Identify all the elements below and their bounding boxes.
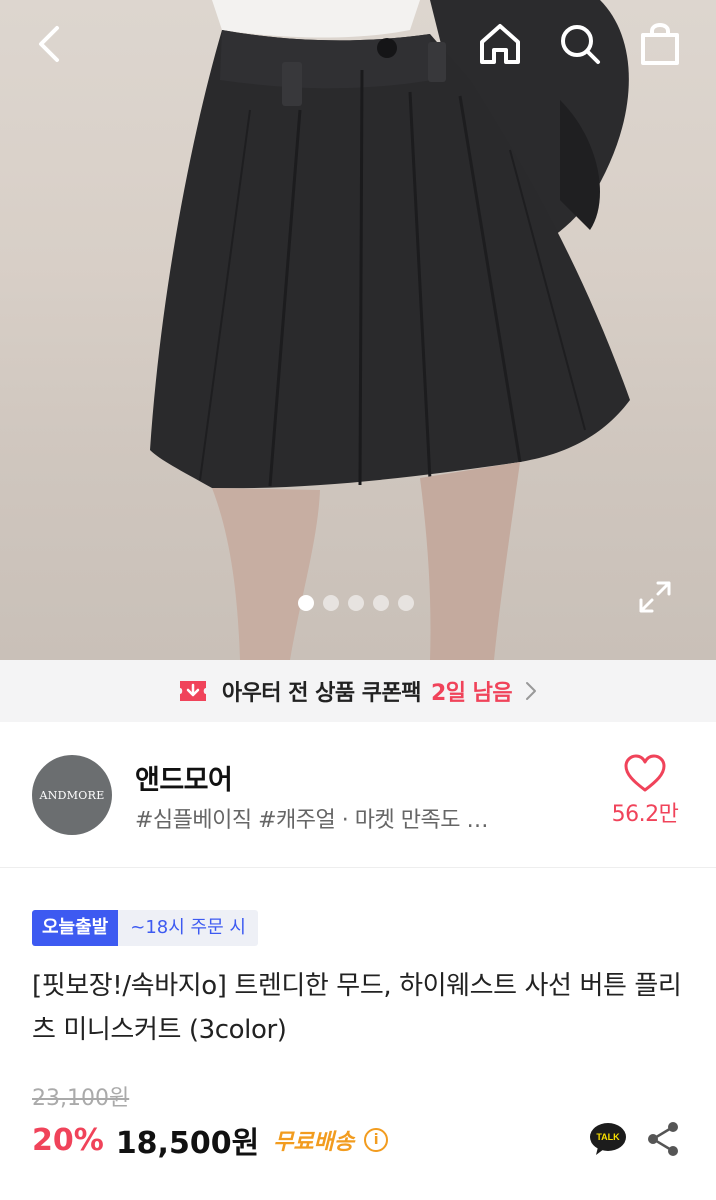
search-button[interactable] (556, 20, 604, 68)
home-button[interactable] (476, 20, 524, 68)
cart-button[interactable] (636, 20, 684, 68)
pagination-dot[interactable] (398, 595, 414, 611)
home-icon (480, 24, 520, 64)
pagination-dot[interactable] (298, 595, 314, 611)
shopping-bag-icon (641, 23, 679, 65)
pagination-dot[interactable] (323, 595, 339, 611)
product-image-gallery[interactable] (0, 0, 716, 660)
delivery-badge: 오늘출발 ~18시 주문 시 (32, 910, 258, 946)
expand-image-button[interactable] (632, 574, 678, 620)
chevron-right-icon (526, 682, 537, 700)
coupon-remaining-days: 2일 남음 (430, 681, 513, 706)
kakao-talk-button[interactable]: TALK (588, 1121, 628, 1157)
shop-logo[interactable]: ANDMORE (32, 755, 112, 835)
like-count: 56.2만 (611, 802, 679, 827)
talk-label: TALK (596, 1132, 620, 1142)
expand-icon (639, 581, 671, 613)
top-navigation-bar (0, 0, 716, 90)
order-cutoff-badge: ~18시 주문 시 (118, 910, 258, 946)
info-icon[interactable]: i (364, 1128, 389, 1152)
today-shipping-badge: 오늘출발 (32, 910, 119, 946)
shop-info-row: ANDMORE 앤드모어 #심플베이직 #캐주얼 · 마켓 만족도 … 56.2… (0, 722, 716, 868)
shop-tags: #심플베이직 #캐주얼 · 마켓 만족도 … (135, 808, 488, 833)
search-icon (561, 25, 600, 64)
sale-price: 18,500원 (115, 1126, 260, 1161)
share-icon[interactable] (646, 1120, 680, 1158)
heart-outline-icon (624, 754, 666, 792)
coupon-banner-text: 아우터 전 상품 쿠폰팩 (221, 681, 422, 706)
coupon-banner[interactable]: 아우터 전 상품 쿠폰팩 2일 남음 (0, 660, 716, 722)
original-price: 23,100원 (32, 1086, 130, 1111)
product-title: [핏보장!/속바지o] 트렌디한 무드, 하이웨스트 사선 버튼 플리츠 미니스… (32, 971, 682, 1045)
chevron-left-icon (39, 26, 59, 62)
gallery-pagination (298, 595, 414, 611)
discount-rate: 20% (32, 1122, 104, 1158)
back-button[interactable] (26, 20, 74, 68)
pagination-dot[interactable] (373, 595, 389, 611)
free-shipping-label: 무료배송 (273, 1130, 355, 1155)
coupon-icon (179, 681, 206, 701)
like-button[interactable]: 56.2만 (598, 754, 692, 828)
price-row: 20% 18,500원 무료배송 i (32, 1118, 389, 1162)
shop-name[interactable]: 앤드모어 (135, 758, 233, 797)
product-photo (150, 0, 630, 660)
pagination-dot[interactable] (348, 595, 364, 611)
